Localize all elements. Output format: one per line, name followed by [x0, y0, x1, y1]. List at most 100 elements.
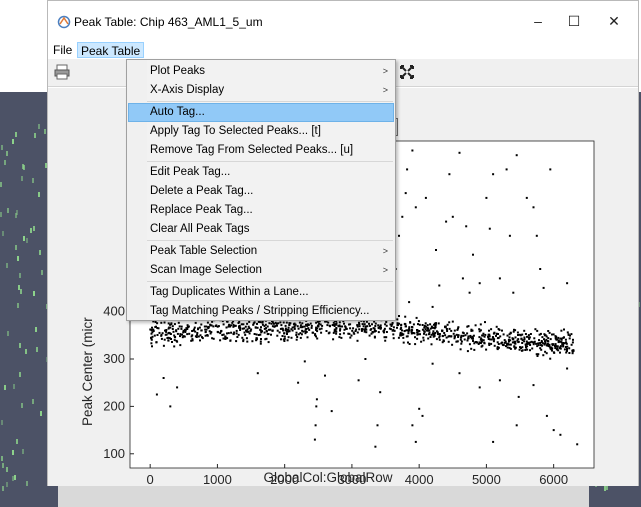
background-dot — [0, 182, 2, 187]
scatter-point — [563, 336, 565, 339]
scatter-point — [179, 335, 181, 338]
scatter-point — [435, 338, 438, 341]
scatter-point — [411, 424, 414, 427]
scatter-point — [193, 326, 196, 329]
scatter-point — [528, 336, 531, 339]
scatter-point — [434, 323, 437, 326]
background-dot — [40, 411, 42, 416]
scatter-point — [171, 328, 174, 330]
menu-item-clear-all-peak-tags[interactable]: Clear All Peak Tags — [128, 220, 394, 239]
scatter-point — [287, 336, 290, 339]
menu-item-peak-table-selection[interactable]: Peak Table Selection > — [128, 242, 394, 261]
scatter-point — [460, 340, 463, 343]
menu-item-auto-tag[interactable]: Auto Tag... — [128, 103, 394, 122]
scatter-point — [526, 348, 529, 351]
scatter-point — [533, 337, 536, 340]
menu-item-label: Edit Peak Tag... — [150, 166, 231, 178]
scatter-point — [405, 329, 408, 332]
scatter-point — [479, 338, 482, 341]
scatter-point — [515, 424, 518, 427]
menu-item-delete-a-peak-tag[interactable]: Delete a Peak Tag... — [128, 182, 394, 201]
scatter-point — [488, 329, 490, 332]
scatter-point — [529, 333, 532, 335]
scatter-point — [385, 324, 388, 327]
scatter-point — [553, 351, 556, 354]
scatter-point — [368, 324, 371, 327]
scatter-point — [254, 326, 257, 329]
menu-separator — [147, 240, 393, 241]
scatter-point — [151, 345, 153, 348]
scatter-point — [512, 291, 515, 294]
background-dot — [16, 439, 18, 444]
scatter-point — [373, 327, 376, 330]
menu-item-scan-image-selection[interactable]: Scan Image Selection > — [128, 261, 394, 280]
scatter-point — [279, 321, 282, 324]
scatter-point — [524, 349, 527, 351]
scatter-point — [245, 337, 248, 340]
submenu-arrow-icon: > — [382, 265, 388, 275]
scatter-point — [453, 335, 456, 338]
background-dot — [6, 467, 8, 472]
y-tick-label: 200 — [103, 398, 125, 413]
scatter-point — [417, 323, 419, 326]
scatter-point — [530, 340, 533, 343]
scatter-point — [516, 339, 519, 342]
background-dot — [41, 270, 43, 275]
scatter-point — [214, 325, 217, 327]
menu-item-plot-peaks[interactable]: Plot Peaks > — [128, 62, 394, 81]
scatter-point — [170, 338, 172, 340]
menu-item-label: Delete a Peak Tag... — [150, 185, 254, 197]
scatter-point — [229, 339, 232, 342]
scatter-point — [414, 336, 416, 339]
scatter-point — [490, 342, 493, 345]
scatter-point — [371, 323, 373, 326]
scatter-point — [379, 327, 382, 330]
scatter-point — [373, 336, 376, 339]
menu-item-label: Auto Tag... — [150, 106, 205, 118]
scatter-point — [286, 339, 289, 342]
scatter-point — [549, 168, 552, 171]
scatter-point — [400, 324, 403, 327]
menu-item-replace-peak-tag[interactable]: Replace Peak Tag... — [128, 201, 394, 220]
scatter-point — [559, 433, 562, 436]
scatter-point — [361, 328, 364, 331]
scatter-point — [422, 336, 425, 339]
scatter-point — [408, 301, 411, 304]
scatter-point — [536, 329, 539, 332]
menu-item-edit-peak-tag[interactable]: Edit Peak Tag... — [128, 163, 394, 182]
scatter-point — [536, 345, 539, 348]
scatter-point — [539, 342, 542, 344]
scatter-point — [186, 324, 189, 327]
menu-item-apply-tag-to-selected-peaks-t[interactable]: Apply Tag To Selected Peaks... [t] — [128, 122, 394, 141]
scatter-point — [376, 424, 379, 427]
scatter-point — [421, 324, 424, 326]
scatter-point — [462, 332, 465, 335]
scatter-point — [288, 324, 291, 326]
scatter-point — [495, 334, 497, 337]
scatter-point — [222, 337, 225, 340]
scatter-point — [532, 206, 535, 209]
scatter-point — [385, 331, 388, 333]
scatter-point — [515, 154, 518, 157]
menu-item-remove-tag-from-selected-peaks-u[interactable]: Remove Tag From Selected Peaks... [u] — [128, 141, 394, 160]
scatter-point — [426, 326, 429, 329]
scatter-point — [460, 342, 463, 345]
scatter-point — [472, 340, 474, 342]
scatter-point — [463, 338, 466, 341]
background-dot — [33, 226, 35, 231]
scatter-point — [543, 333, 546, 336]
scatter-point — [428, 329, 431, 332]
menu-item-x-axis-display[interactable]: X-Axis Display > — [128, 81, 394, 100]
scatter-point — [438, 338, 441, 341]
scatter-point — [470, 347, 473, 350]
scatter-point — [482, 339, 485, 342]
background-dot — [1, 145, 3, 150]
scatter-point — [410, 329, 413, 332]
scatter-point — [349, 336, 352, 339]
menu-item-tag-matching-peaks-stripping-efficiency[interactable]: Tag Matching Peaks / Stripping Efficienc… — [128, 302, 394, 321]
menu-item-tag-duplicates-within-a-lane[interactable]: Tag Duplicates Within a Lane... — [128, 283, 394, 302]
scatter-point — [167, 339, 170, 342]
scatter-point — [411, 326, 413, 328]
background-dot — [25, 349, 27, 354]
scatter-point — [314, 424, 317, 427]
